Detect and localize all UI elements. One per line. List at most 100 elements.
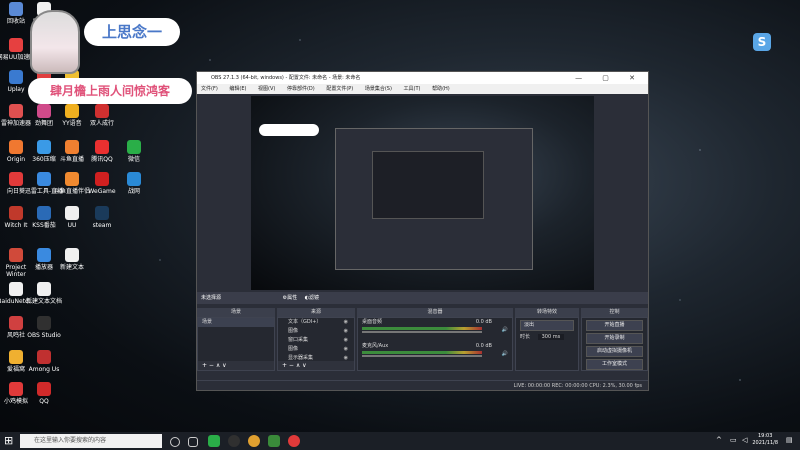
taskbar-clock[interactable]: 19:03 2021/11/8: [752, 433, 778, 447]
app-icon: [95, 140, 109, 154]
desktop-icon-label: 播放器: [34, 264, 53, 271]
studio-mode-button[interactable]: 工作室模式: [586, 359, 643, 370]
desktop-icon-label: 向日葵: [6, 188, 25, 195]
properties-button[interactable]: ⚙属性: [283, 295, 297, 301]
cortana-icon[interactable]: [170, 437, 180, 447]
window-controls[interactable]: — ▢ ✕: [575, 72, 644, 84]
volume-meter: [362, 327, 482, 330]
scenes-footer[interactable]: + − ∧ ∨: [198, 361, 274, 370]
menu-view[interactable]: 视图(V): [258, 86, 275, 92]
menu-edit[interactable]: 编辑(E): [229, 86, 246, 92]
app-icon: [37, 316, 51, 330]
sources-footer[interactable]: + − ∧ ∨: [278, 361, 354, 370]
desktop-icon[interactable]: 微信: [114, 140, 154, 163]
app-icon: [37, 248, 51, 262]
chrome-icon[interactable]: [248, 435, 260, 447]
desktop-icon[interactable]: OBS Studio: [24, 316, 64, 339]
app-icon: [9, 382, 23, 396]
volume-slider[interactable]: [362, 331, 482, 333]
desktop-icon[interactable]: QQ: [24, 382, 64, 405]
app-icon[interactable]: [268, 435, 280, 447]
source-item[interactable]: 文本（GDI+） ◉: [278, 318, 354, 327]
app-icon: [65, 172, 79, 186]
desktop-icon[interactable]: 战网: [114, 172, 154, 195]
app-icon: [9, 104, 23, 118]
transitions-header: 转场特效: [515, 308, 579, 317]
desktop-icon-label: 劲舞团: [34, 120, 53, 127]
taskbar-search-input[interactable]: 在这里输入你要搜索的内容: [20, 434, 162, 448]
desktop-icon-label: 斗鱼直播: [59, 156, 84, 163]
app-icon: [127, 172, 141, 186]
desktop-icon[interactable]: 新建文本: [52, 248, 92, 271]
mixer-track: 麦克风/Aux 0.0 dB 🔊: [362, 343, 508, 358]
app-logo-icon[interactable]: S: [753, 33, 771, 51]
transition-duration: 时长 300 ms: [516, 333, 578, 342]
mixer-header: 混音器: [357, 308, 513, 317]
sources-panel: 文本（GDI+） ◉ 图像 ◉ 窗口采集 ◉ 图像 ◉ 显示器采集 ◉ + − ∧ ∨: [277, 317, 355, 371]
desktop-icon[interactable]: Among Us: [24, 350, 64, 373]
transition-select[interactable]: 淡出: [520, 320, 574, 331]
chevron-up-icon[interactable]: ^: [716, 436, 722, 444]
desktop-icon-label: 腾讯QQ: [91, 156, 113, 163]
source-item[interactable]: 图像 ◉: [278, 327, 354, 336]
speaker-icon[interactable]: 🔊: [502, 350, 508, 358]
desktop-icon-label: QQ: [39, 398, 49, 405]
filters-button[interactable]: ◐滤镜: [305, 295, 319, 301]
obs-taskbar-icon[interactable]: [228, 435, 240, 447]
menu-tools[interactable]: 工具(T): [404, 86, 421, 92]
start-recording-button[interactable]: 开始录制: [586, 333, 643, 344]
desktop-icon-label: steam: [92, 222, 112, 229]
source-item[interactable]: 图像 ◉: [278, 345, 354, 354]
app-icon: [65, 206, 79, 220]
desktop-icon-label: 战网: [127, 188, 140, 195]
avatar: [30, 10, 80, 74]
virtual-camera-button[interactable]: 启动虚拟摄像机: [586, 346, 643, 357]
menu-file[interactable]: 文件(F): [201, 86, 218, 92]
duration-input[interactable]: 300 ms: [537, 334, 565, 340]
volume-meter: [362, 351, 482, 354]
network-icon[interactable]: ▭: [730, 436, 737, 444]
menu-profile[interactable]: 配置文件(P): [326, 86, 353, 92]
source-toolbar: 未选择源 ⚙属性 ◐滤镜: [197, 292, 648, 304]
banner-name: 上思念一: [84, 18, 180, 46]
app-icon: [9, 206, 23, 220]
scene-item[interactable]: 场景: [198, 318, 274, 327]
app-icon: [9, 38, 23, 52]
notification-icon[interactable]: ▤: [786, 436, 793, 444]
app-icon: [9, 2, 23, 16]
speaker-icon[interactable]: 🔊: [502, 326, 508, 334]
app-icon: [37, 282, 51, 296]
mixer-panel: 桌面音频 0.0 dB 🔊 麦克风/Aux 0.0 dB 🔊: [357, 317, 513, 371]
desktop-icon-label: UU: [67, 222, 77, 229]
desktop-icon[interactable]: steam: [82, 206, 122, 229]
app-icon: [9, 316, 23, 330]
start-streaming-button[interactable]: 开始直播: [586, 320, 643, 331]
desktop-icon-label: 双人成行: [89, 120, 114, 127]
desktop-icon-label: WeGame: [88, 188, 116, 195]
no-source-label: 未选择源: [201, 295, 222, 301]
menu-help[interactable]: 帮助(H): [432, 86, 450, 92]
obs-preview[interactable]: [251, 96, 594, 290]
wechat-icon[interactable]: [208, 435, 220, 447]
app-icon: [37, 140, 51, 154]
app-icon: [127, 140, 141, 154]
obs-title: OBS 27.1.3 (64-bit, windows) - 配置文件: 未命名…: [211, 75, 361, 81]
menu-docks[interactable]: 停靠部件(D): [287, 86, 315, 92]
source-item[interactable]: 窗口采集 ◉: [278, 336, 354, 345]
controls-panel: 开始直播 开始录制 启动虚拟摄像机 工作室模式: [581, 317, 648, 371]
desktop-icon-label: Uplay: [7, 86, 25, 93]
app-icon: [37, 206, 51, 220]
app-icon: [9, 172, 23, 186]
task-view-icon[interactable]: [188, 437, 198, 447]
desktop-icon[interactable]: 双人成行: [82, 104, 122, 127]
volume-slider[interactable]: [362, 355, 482, 357]
windows-start-icon[interactable]: ⊞: [4, 435, 16, 447]
app-icon: [9, 248, 23, 262]
scenes-header: 场景: [197, 308, 275, 317]
desktop-icon-label: OBS Studio: [27, 332, 61, 339]
desktop-icon-label: Among Us: [28, 366, 60, 373]
volume-icon[interactable]: ◁: [742, 436, 747, 444]
desktop-icon[interactable]: 新建文本文档: [24, 282, 64, 305]
netease-music-icon[interactable]: [288, 435, 300, 447]
menu-scene-collection[interactable]: 场景集合(S): [365, 86, 392, 92]
